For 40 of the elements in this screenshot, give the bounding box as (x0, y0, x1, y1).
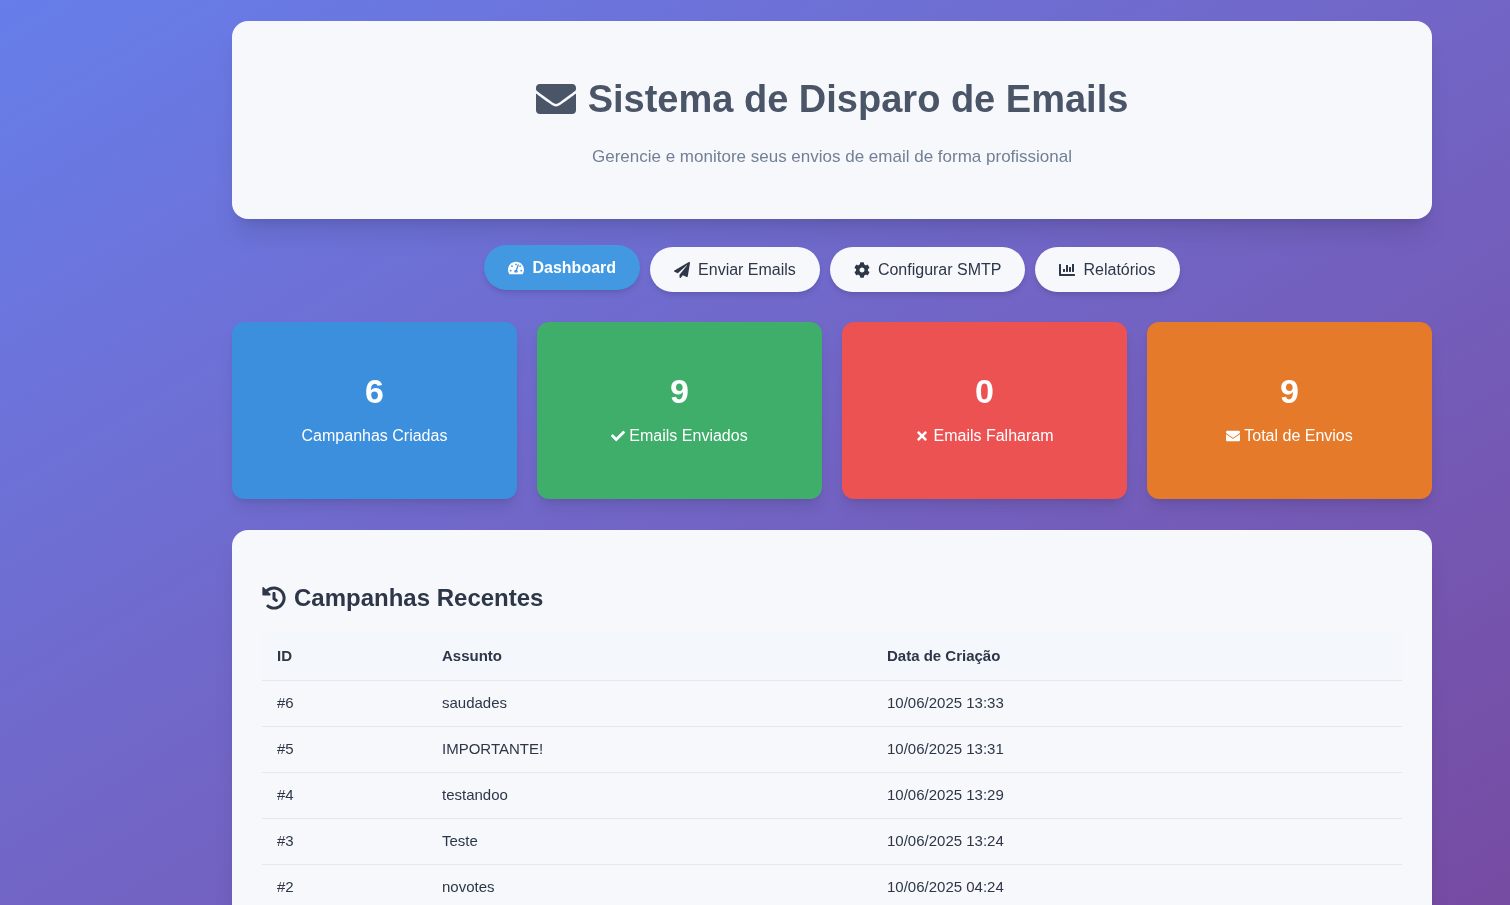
section-title: Campanhas Recentes (294, 583, 544, 613)
stat-label: Campanhas Criadas (301, 425, 448, 446)
stat-label: Total de Envios (1244, 425, 1353, 446)
stat-value: 9 (1280, 373, 1299, 408)
page-subtitle: Gerencie e monitore seus envios de email de forma profissional (592, 145, 1072, 168)
stat-value: 6 (365, 373, 384, 408)
table-cell: testandoo (427, 772, 872, 818)
table-cell: 10/06/2025 13:29 (872, 772, 1402, 818)
column-header: ID (262, 632, 427, 680)
table-cell: #4 (262, 772, 427, 818)
table-cell: #3 (262, 818, 427, 864)
table-cell: saudades (427, 680, 872, 726)
column-header: Assunto (427, 632, 872, 680)
close-icon (915, 428, 930, 443)
stat-label: Emails Falharam (933, 425, 1054, 446)
stat-label: Emails Enviados (629, 425, 748, 446)
table-cell: #6 (262, 680, 427, 726)
stat-value: 0 (975, 373, 994, 408)
history-icon (262, 586, 286, 610)
stat-value: 9 (670, 373, 689, 408)
nav-tab[interactable]: Relatórios (1035, 247, 1180, 292)
table-cell: novotes (427, 864, 872, 905)
settings-icon (853, 261, 870, 278)
nav-tab[interactable]: Enviar Emails (650, 247, 820, 292)
check-icon (611, 428, 626, 443)
page-title: Sistema de Disparo de Emails (587, 76, 1129, 122)
bar-chart-icon (1059, 261, 1076, 278)
column-header: Data de Criação (872, 632, 1402, 680)
table-cell: #2 (262, 864, 427, 905)
table-cell: #5 (262, 726, 427, 772)
table-cell: 10/06/2025 13:24 (872, 818, 1402, 864)
table-cell: IMPORTANTE! (427, 726, 872, 772)
nav-tab[interactable]: Configurar SMTP (829, 247, 1026, 292)
table-cell: 10/06/2025 04:24 (872, 864, 1402, 905)
table-cell: 10/06/2025 13:33 (872, 680, 1402, 726)
table-cell: 10/06/2025 13:31 (872, 726, 1402, 772)
paper-plane-icon (674, 261, 691, 278)
table-cell: Teste (427, 818, 872, 864)
gauge-icon (508, 259, 525, 276)
envelope-icon (1226, 428, 1241, 443)
